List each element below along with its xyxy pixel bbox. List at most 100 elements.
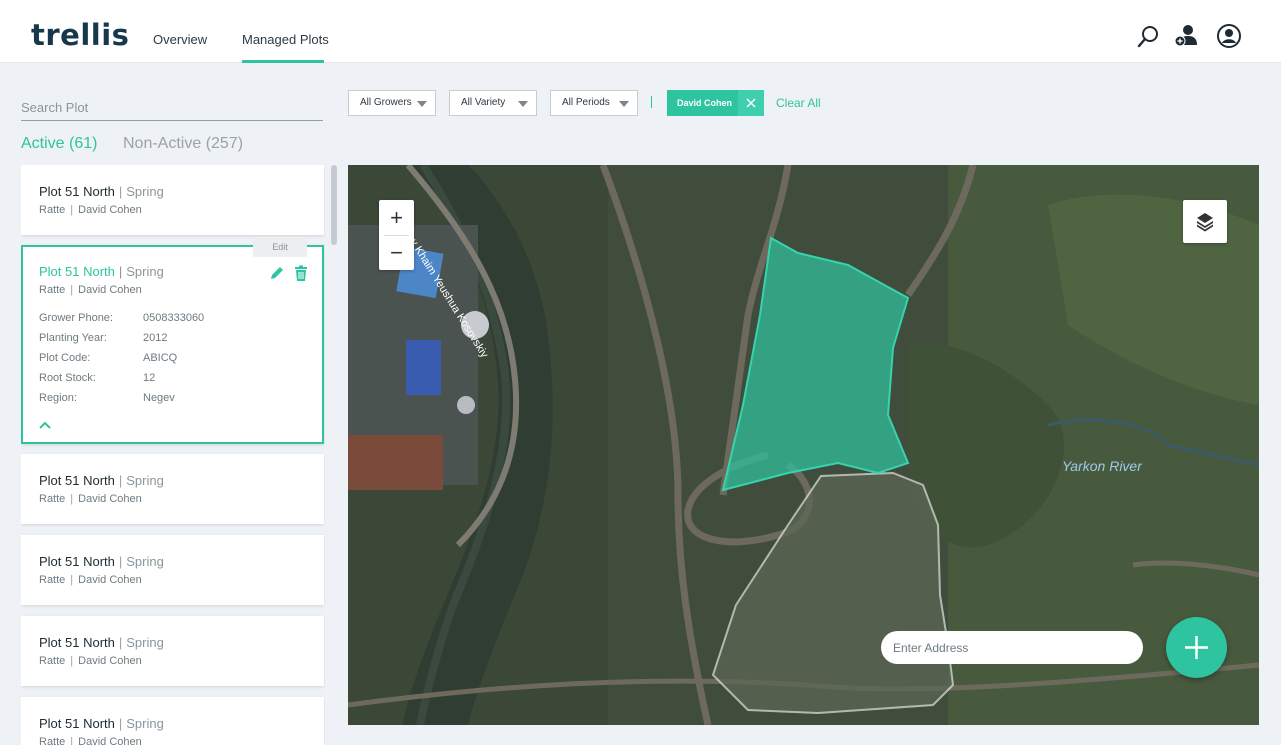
- plot-card[interactable]: Plot 51 North | Spring Ratte | David Cohen: [21, 535, 324, 605]
- detail-key: Plot Code:: [39, 352, 91, 364]
- plot-name: Plot 51 North: [39, 264, 115, 279]
- detail-key: Planting Year:: [39, 332, 107, 344]
- add-user-icon[interactable]: [1173, 23, 1199, 49]
- zoom-control: + −: [379, 200, 414, 270]
- plot-name: Plot 51 North: [39, 635, 115, 650]
- nav-managed-plots[interactable]: Managed Plots: [242, 32, 329, 47]
- filter-periods-dropdown[interactable]: All Periods: [550, 90, 638, 116]
- plot-name: Plot 51 North: [39, 184, 115, 199]
- nav-active-indicator: [242, 60, 324, 63]
- plot-variety: Ratte: [39, 574, 66, 586]
- remove-filter-button[interactable]: [738, 90, 764, 116]
- separator: |: [118, 554, 123, 569]
- plot-season: Spring: [126, 473, 164, 488]
- detail-value: 12: [143, 372, 156, 384]
- clear-all-link[interactable]: Clear All: [776, 96, 821, 110]
- plot-list: Plot 51 North | Spring Ratte | David Cohen E…: [21, 165, 325, 745]
- filter-chip-label: David Cohen: [677, 98, 733, 108]
- delete-icon[interactable]: [293, 265, 309, 281]
- layers-button[interactable]: [1183, 200, 1227, 243]
- trellis-logo[interactable]: trellis: [31, 17, 129, 53]
- plot-season: Spring: [126, 554, 164, 569]
- account-icon[interactable]: [1216, 23, 1242, 49]
- filter-divider: [651, 96, 652, 108]
- collapse-chevron-icon[interactable]: [38, 420, 52, 430]
- filter-variety-label: All Variety: [461, 97, 506, 108]
- plot-subtitle: Ratte | David Cohen: [39, 655, 142, 667]
- filter-chip-david-cohen: David Cohen: [667, 90, 764, 116]
- detail-key: Region:: [39, 392, 77, 404]
- satellite-map[interactable]: Rav Khaim Yeushua Kosovskiy Yarkon River…: [348, 165, 1259, 725]
- plot-card[interactable]: Plot 51 North | Spring Ratte | David Cohen: [21, 454, 324, 524]
- filter-growers-dropdown[interactable]: All Growers: [348, 90, 436, 116]
- tab-non-active[interactable]: Non-Active (257): [123, 135, 243, 153]
- plot-title: Plot 51 North | Spring: [39, 184, 164, 199]
- nav-overview[interactable]: Overview: [153, 32, 207, 47]
- separator: |: [118, 716, 123, 731]
- plot-variety: Ratte: [39, 204, 66, 216]
- plot-grower: David Cohen: [78, 655, 142, 667]
- plot-title: Plot 51 North | Spring: [39, 473, 164, 488]
- plot-subtitle: Ratte | David Cohen: [39, 284, 142, 296]
- edit-tooltip: Edit: [253, 237, 307, 257]
- separator: |: [70, 493, 74, 505]
- plot-title: Plot 51 North | Spring: [39, 716, 164, 731]
- layers-icon: [1197, 213, 1213, 232]
- zoom-in-button[interactable]: +: [379, 200, 414, 235]
- plot-card[interactable]: Plot 51 North | Spring Ratte | David Cohen: [21, 697, 324, 745]
- plot-season: Spring: [126, 264, 164, 279]
- plot-variety: Ratte: [39, 736, 66, 745]
- detail-plot-code: Plot Code: ABICQ: [39, 352, 299, 364]
- separator: |: [70, 574, 74, 586]
- top-bar: trellis Overview Managed Plots: [0, 0, 1281, 63]
- plot-card-selected[interactable]: Edit Plot 51 North | Spring Ratte | David Co…: [21, 237, 324, 444]
- separator: |: [118, 473, 123, 488]
- detail-value: Negev: [143, 392, 175, 404]
- detail-key: Grower Phone:: [39, 312, 113, 324]
- list-scrollbar[interactable]: [331, 165, 337, 245]
- close-icon: [746, 98, 756, 108]
- plot-subtitle: Ratte | David Cohen: [39, 493, 142, 505]
- add-plot-button[interactable]: [1166, 617, 1227, 678]
- plot-name: Plot 51 North: [39, 473, 115, 488]
- zoom-out-button[interactable]: −: [379, 235, 414, 270]
- detail-key: Root Stock:: [39, 372, 96, 384]
- plot-variety: Ratte: [39, 493, 66, 505]
- plot-subtitle: Ratte | David Cohen: [39, 574, 142, 586]
- detail-root-stock: Root Stock: 12: [39, 372, 299, 384]
- plot-card[interactable]: Plot 51 North | Spring Ratte | David Cohen: [21, 165, 324, 235]
- detail-grower-phone: Grower Phone: 0508333060: [39, 312, 299, 324]
- plot-subtitle: Ratte | David Cohen: [39, 736, 142, 745]
- plot-grower: David Cohen: [78, 284, 142, 296]
- river-label: Yarkon River: [1062, 458, 1142, 474]
- detail-value: 0508333060: [143, 312, 205, 324]
- detail-region: Region: Negev: [39, 392, 299, 404]
- edit-icon[interactable]: [269, 265, 285, 281]
- detail-value: 2012: [143, 332, 168, 344]
- chevron-down-icon: [619, 101, 629, 107]
- separator: |: [70, 284, 74, 296]
- plot-grower: David Cohen: [78, 493, 142, 505]
- filter-periods-label: All Periods: [562, 97, 610, 108]
- plot-season: Spring: [126, 635, 164, 650]
- plot-title: Plot 51 North | Spring: [39, 264, 164, 279]
- search-icon[interactable]: [1136, 23, 1162, 49]
- plot-grower: David Cohen: [78, 204, 142, 216]
- address-input[interactable]: [881, 631, 1143, 664]
- plot-grower: David Cohen: [78, 736, 142, 745]
- plot-season: Spring: [126, 716, 164, 731]
- plot-card[interactable]: Plot 51 North | Spring Ratte | David Cohen: [21, 616, 324, 686]
- plot-season: Spring: [126, 184, 164, 199]
- detail-planting-year: Planting Year: 2012: [39, 332, 299, 344]
- plus-icon: [1185, 636, 1208, 659]
- separator: |: [118, 264, 123, 279]
- detail-value: ABICQ: [143, 352, 178, 364]
- plot-grower: David Cohen: [78, 574, 142, 586]
- filter-variety-dropdown[interactable]: All Variety: [449, 90, 537, 116]
- chevron-down-icon: [417, 101, 427, 107]
- search-plot-input[interactable]: [21, 90, 323, 120]
- separator: |: [70, 204, 74, 216]
- tab-active[interactable]: Active (61): [21, 135, 97, 153]
- plot-name: Plot 51 North: [39, 716, 115, 731]
- plot-title: Plot 51 North | Spring: [39, 635, 164, 650]
